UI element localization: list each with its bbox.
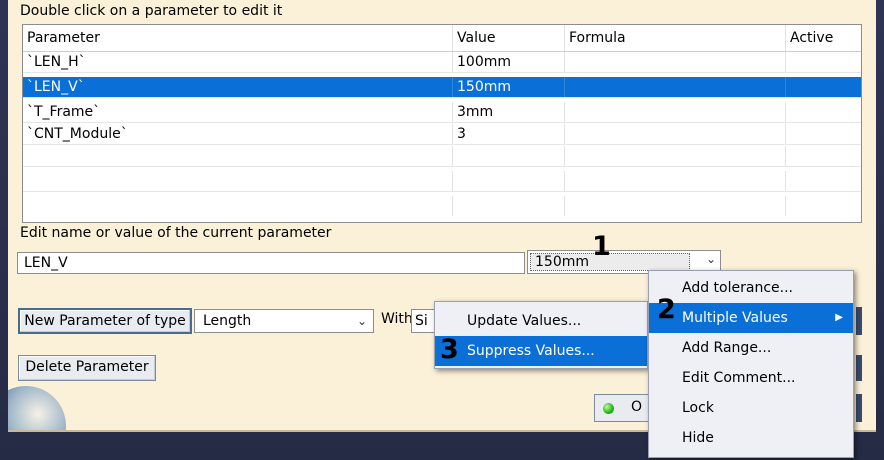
app-logo-globe [8,378,68,430]
menu-item-multiple-values-label: Multiple Values [682,310,788,326]
row-parameter-formula [565,52,786,72]
table-row[interactable]: `LEN_H` 100mm [23,52,861,73]
parameters-table: Parameter Value Formula Active `LEN_H` 1… [22,24,862,223]
row-parameter-active [786,77,861,97]
ok-button[interactable]: O [594,394,654,422]
button-edge [856,394,862,422]
table-row-empty [23,196,861,216]
menu-item-lock[interactable]: Lock [649,393,853,423]
new-parameter-button[interactable]: New Parameter of type [18,308,192,334]
row-parameter-formula [565,77,786,97]
menu-item-suppress-values[interactable]: Suppress Values... [435,336,647,366]
step-marker-1: 1 [592,231,611,262]
chevron-down-icon[interactable]: ⌄ [706,252,716,266]
row-parameter-active [786,124,861,144]
table-row-empty [23,171,861,192]
ok-button-label: O [631,399,643,415]
submenu-arrow-icon: ▶ [835,312,843,323]
row-parameter-value: 100mm [453,52,565,72]
with-value-select[interactable]: Si [411,309,435,333]
delete-parameter-button[interactable]: Delete Parameter [18,355,156,381]
row-parameter-name: `CNT_Module` [23,124,453,144]
ok-status-icon [603,403,614,414]
parameter-type-select[interactable]: Length ⌄ [194,309,374,333]
menu-item-multiple-values[interactable]: Multiple Values ▶ [649,303,853,333]
table-row-selected[interactable]: `LEN_V` 150mm [23,77,861,98]
row-parameter-active [786,102,861,122]
row-parameter-value: 3mm [453,102,565,122]
edit-hint-label: Double click on a parameter to edit it [20,3,283,19]
parameter-name-input[interactable]: LEN_V [17,252,525,274]
column-header-active[interactable]: Active [786,25,861,51]
value-options-menu: Add tolerance... Multiple Values ▶ Add R… [648,270,854,458]
row-parameter-value: 150mm [453,77,565,97]
column-header-formula[interactable]: Formula [565,25,786,51]
value-context-menu: Update Values... Suppress Values... [434,301,648,369]
edit-current-parameter-label: Edit name or value of the current parame… [20,225,332,241]
chevron-down-icon[interactable]: ⌄ [357,310,367,332]
step-marker-3: 3 [440,334,459,365]
row-parameter-formula [565,102,786,122]
row-parameter-formula [565,124,786,144]
row-parameter-name: `LEN_V` [23,77,453,97]
menu-item-hide[interactable]: Hide [649,423,853,453]
menu-item-edit-comment[interactable]: Edit Comment... [649,363,853,393]
parameter-type-value: Length [203,313,252,329]
row-parameter-name: `LEN_H` [23,52,453,72]
step-marker-2: 2 [657,294,676,325]
table-header: Parameter Value Formula Active [23,25,861,52]
table-row-empty [23,146,861,167]
menu-item-update-values[interactable]: Update Values... [435,306,647,336]
row-parameter-name: `T_Frame` [23,102,453,122]
with-label: With [381,311,413,327]
button-edge [856,307,862,335]
table-row[interactable]: `CNT_Module` 3 [23,124,861,145]
row-parameter-active [786,52,861,72]
button-edge [856,355,862,381]
column-header-value[interactable]: Value [453,25,565,51]
menu-item-add-range[interactable]: Add Range... [649,333,853,363]
row-parameter-value: 3 [453,124,565,144]
table-row[interactable]: `T_Frame` 3mm [23,102,861,123]
column-header-parameter[interactable]: Parameter [23,25,453,51]
menu-item-add-tolerance[interactable]: Add tolerance... [649,273,853,303]
